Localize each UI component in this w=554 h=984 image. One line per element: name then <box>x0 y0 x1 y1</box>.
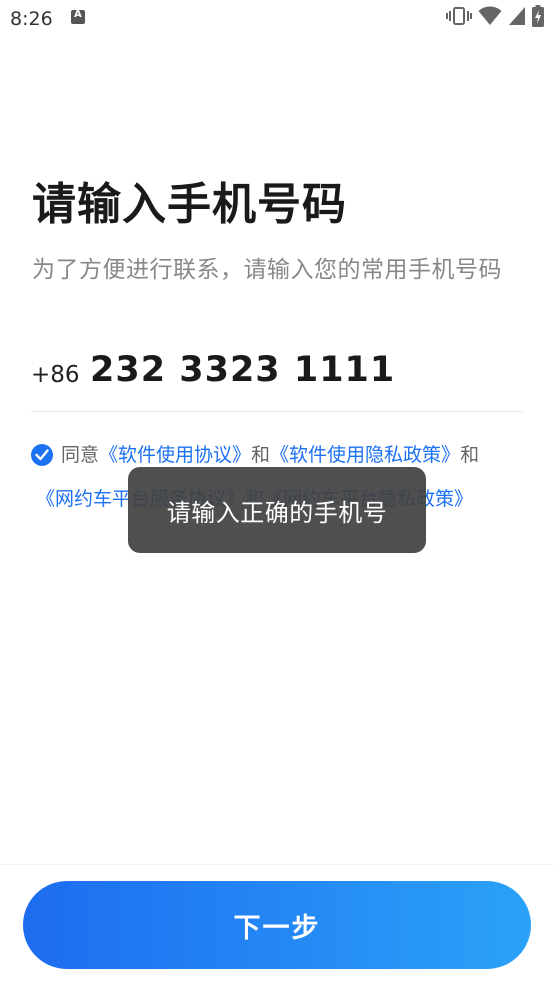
bottom-divider <box>0 864 554 865</box>
agree-prefix: 同意 <box>61 444 100 466</box>
agree-and-1: 和 <box>251 444 271 466</box>
phone-input-row[interactable]: +86 232 3323 1111 <box>31 350 524 412</box>
notification-a-icon <box>71 9 85 24</box>
signal-icon <box>508 6 526 30</box>
vibrate-icon <box>446 6 472 30</box>
wifi-icon <box>478 6 502 30</box>
status-icons <box>446 5 544 31</box>
battery-icon <box>532 5 544 31</box>
phone-input[interactable]: 232 3323 1111 <box>90 350 395 390</box>
status-bar: 8:26 <box>0 0 554 38</box>
page-title: 请输入手机号码 <box>32 179 347 230</box>
agree-and-2: 和 <box>460 444 480 466</box>
error-toast: 请输入正确的手机号 <box>128 467 426 553</box>
country-code[interactable]: +86 <box>31 362 80 388</box>
agree-checkbox[interactable] <box>31 444 53 466</box>
software-privacy-link[interactable]: 《软件使用隐私政策》 <box>270 444 460 466</box>
status-time: 8:26 <box>10 8 53 30</box>
next-button[interactable]: 下一步 <box>23 881 531 969</box>
software-agreement-link[interactable]: 《软件使用协议》 <box>99 444 251 466</box>
checkmark-icon <box>35 449 49 461</box>
page-subtitle: 为了方便进行联系，请输入您的常用手机号码 <box>32 257 502 283</box>
